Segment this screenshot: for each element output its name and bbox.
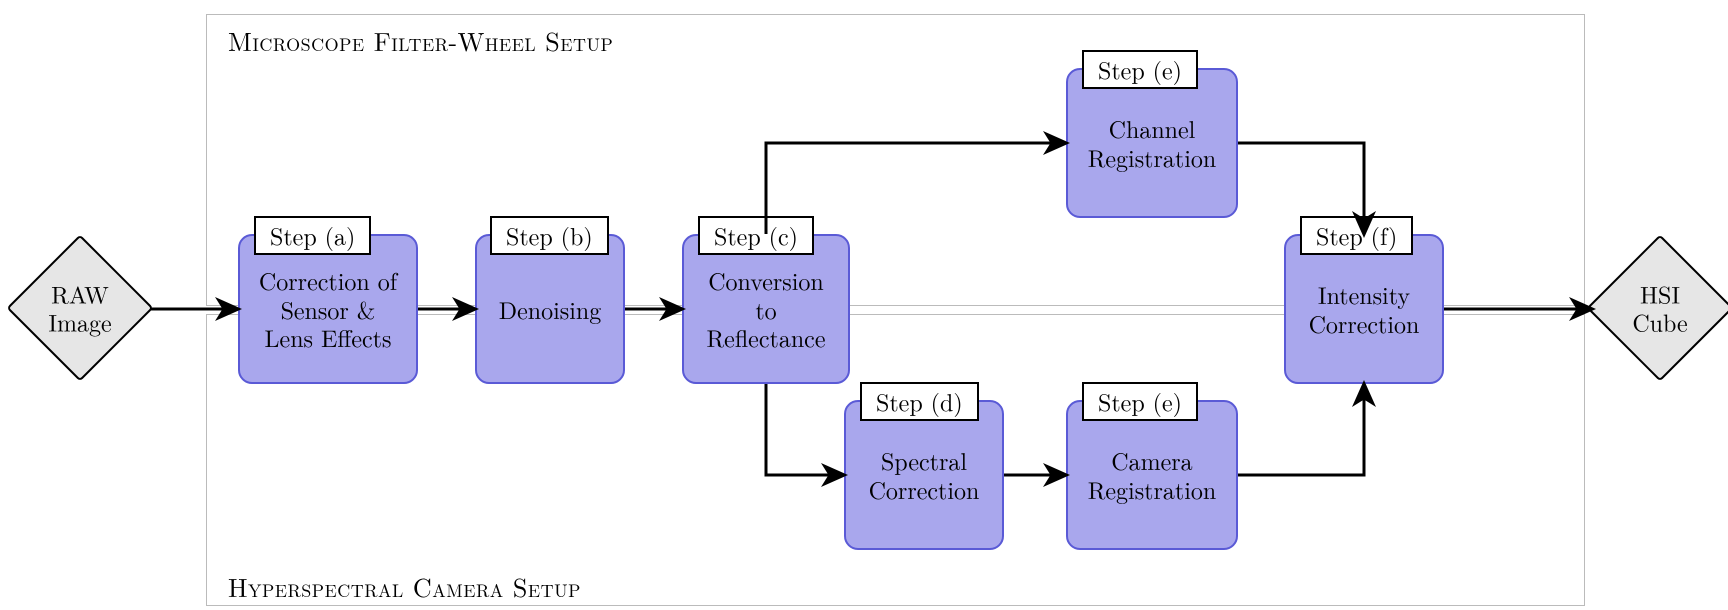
step-e-bottom-label: Step (e) <box>1082 382 1198 421</box>
step-d-bottom: Spectral Correction <box>844 400 1004 550</box>
frame-bottom-title: Hyperspectral Camera Setup <box>228 568 581 605</box>
diagram-canvas: { "frames": { "top": { "title": "Microsc… <box>0 0 1728 610</box>
step-a: Correction of Sensor & Lens Effects <box>238 234 418 384</box>
step-e-top: Channel Registration <box>1066 68 1238 218</box>
terminal-input-text: RAW Image <box>48 280 111 335</box>
terminal-output-text: HSI Cube <box>1632 280 1687 335</box>
step-a-label: Step (a) <box>254 216 371 255</box>
terminal-output: HSI Cube <box>1590 238 1728 378</box>
step-e-top-label: Step (e) <box>1082 50 1198 89</box>
step-b-label: Step (b) <box>490 216 609 255</box>
frame-top-title: Microscope Filter-Wheel Setup <box>228 22 613 59</box>
step-d-bottom-label: Step (d) <box>860 382 979 421</box>
step-c-label: Step (c) <box>698 216 814 255</box>
step-f: Intensity Correction <box>1284 234 1444 384</box>
step-b: Denoising <box>475 234 625 384</box>
terminal-input: RAW Image <box>10 238 150 378</box>
step-e-bottom: Camera Registration <box>1066 400 1238 550</box>
step-f-label: Step (f) <box>1300 216 1413 255</box>
step-c: Conversion to Reflectance <box>682 234 850 384</box>
